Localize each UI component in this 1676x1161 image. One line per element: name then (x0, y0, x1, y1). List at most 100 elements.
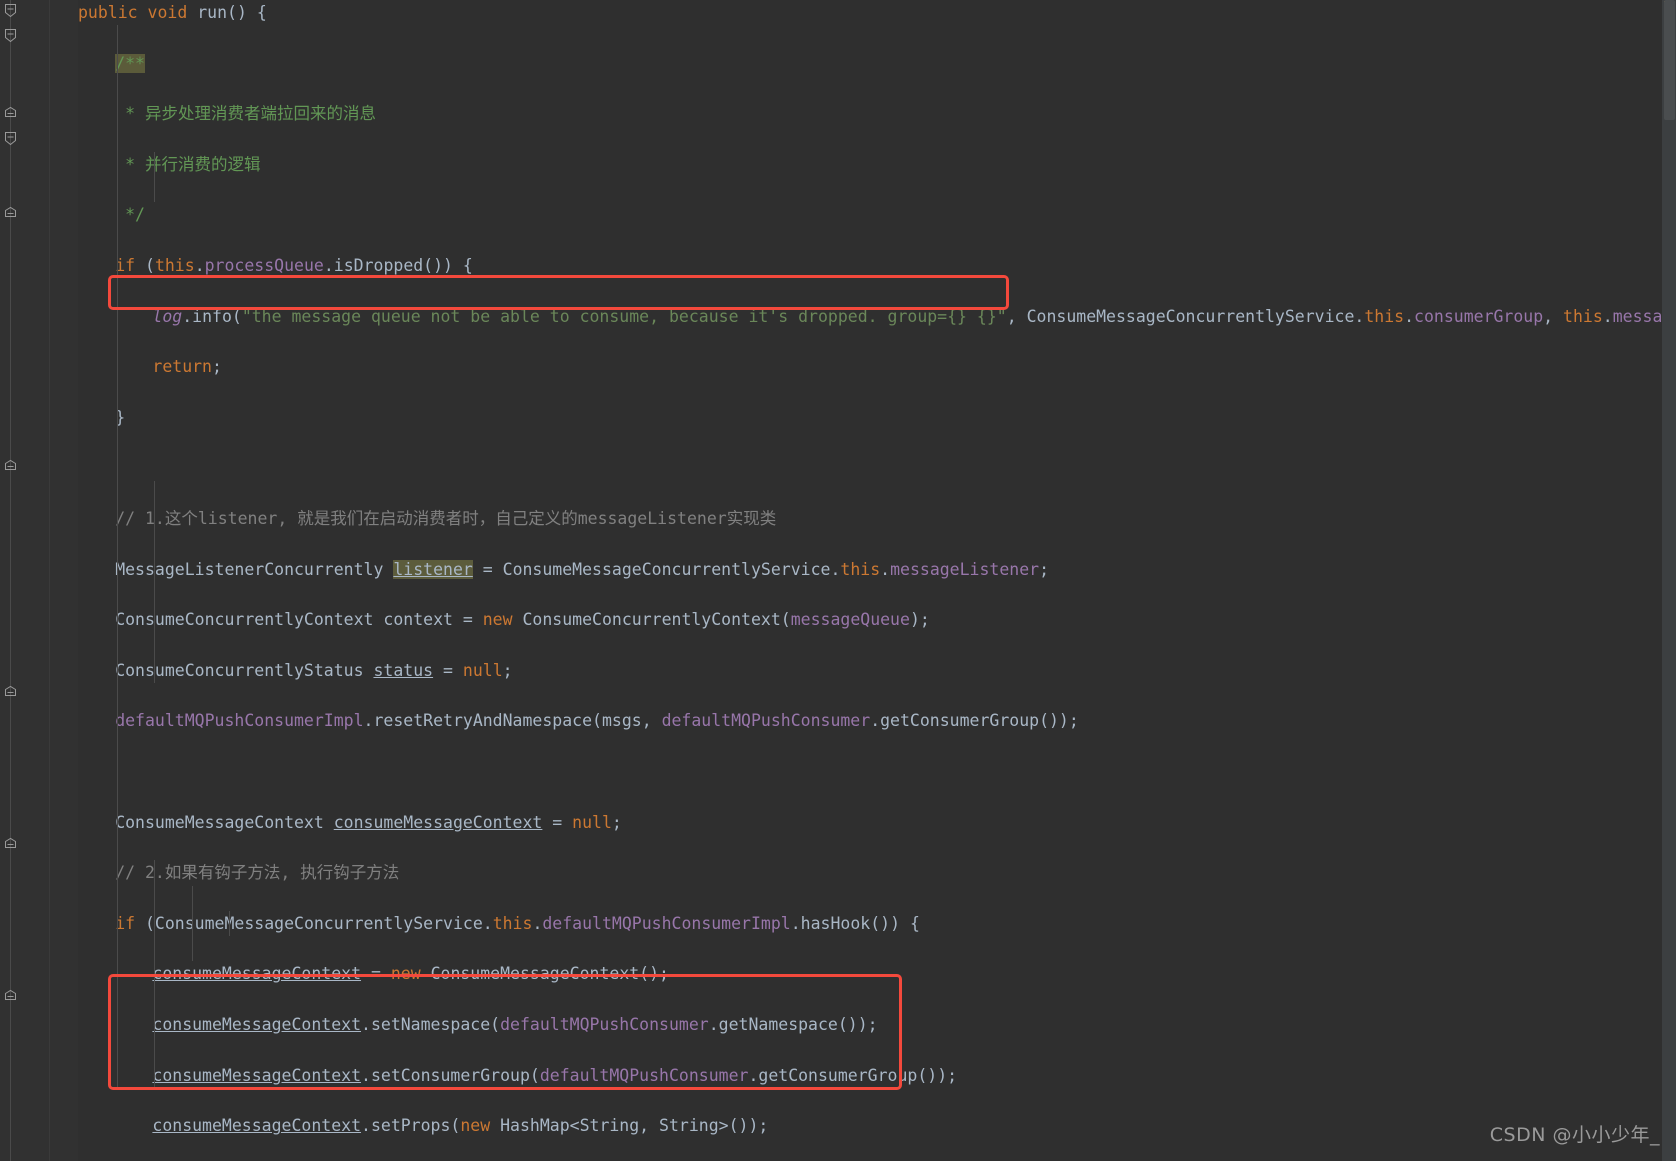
code-token: null (462, 660, 503, 680)
code-token: .hasHook()) { (790, 913, 920, 933)
code-line[interactable]: defaultMQPushConsumerImpl.resetRetryAndN… (78, 708, 1662, 733)
code-token: messageQueue (1612, 306, 1662, 326)
indent-guide (191, 885, 193, 962)
code-token: messageListener (890, 559, 1040, 579)
marker-gutter[interactable] (22, 0, 50, 1161)
fold-end-icon[interactable] (2, 105, 19, 122)
indent-guide (228, 910, 230, 937)
code-line[interactable] (78, 759, 1662, 784)
code-token: consumeMessageContext (333, 812, 543, 832)
fold-end-icon[interactable] (2, 836, 19, 853)
code-token: .info( (182, 306, 242, 326)
code-token: . (1404, 306, 1415, 326)
code-token: this (1563, 306, 1603, 326)
code-token: .setConsumerGroup( (361, 1065, 540, 1085)
code-token: ; (212, 357, 222, 377)
code-token: processQueue (204, 255, 324, 275)
code-line[interactable]: if (ConsumeMessageConcurrentlyService.th… (78, 911, 1662, 936)
code-token: = (542, 812, 573, 832)
editor-viewport[interactable]: public void run() {/** * 异步处理消费者端拉回来的消息 … (78, 0, 1662, 1161)
code-token: , ConsumeMessageConcurrentlyService. (1006, 306, 1365, 326)
code-line[interactable]: } (78, 405, 1662, 430)
code-token: null (572, 812, 612, 832)
vertical-scrollbar-thumb[interactable] (1664, 0, 1675, 120)
fold-rail (10, 0, 11, 1161)
annotation-gutter[interactable] (50, 0, 78, 1161)
code-line[interactable]: ConsumeConcurrentlyStatus status = null; (78, 658, 1662, 683)
code-token: listener (393, 559, 473, 579)
fold-collapse-icon[interactable] (2, 27, 19, 44)
code-line[interactable]: consumeMessageContext.setConsumerGroup(d… (78, 1063, 1662, 1088)
code-token: = (361, 964, 391, 984)
code-line[interactable]: consumeMessageContext = new ConsumeMessa… (78, 961, 1662, 986)
code-token: () { (227, 3, 267, 22)
code-token: .resetRetryAndNamespace(msgs, (363, 711, 662, 731)
code-token: messageQueue (790, 610, 910, 630)
code-token: ConsumeMessageContext (115, 812, 334, 832)
code-line[interactable]: log.info("the message queue not be able … (78, 304, 1662, 329)
code-line[interactable]: ConsumeConcurrentlyContext context = new… (78, 607, 1662, 632)
code-token: . (1602, 306, 1613, 326)
code-token: = ConsumeMessageConcurrentlyService. (472, 559, 841, 579)
code-token: ConsumeConcurrentlyContext context = (115, 610, 483, 630)
code-token: .isDropped()) { (323, 255, 473, 275)
fold-end-icon[interactable] (2, 458, 19, 475)
code-token: consumeMessageContext (152, 964, 362, 984)
code-token: return (152, 357, 212, 377)
code-token: defaultMQPushConsumerImpl (115, 711, 364, 731)
code-token: this (154, 255, 195, 275)
code-line[interactable]: // 2.如果有钩子方法, 执行钩子方法 (78, 860, 1662, 885)
code-token: ConsumeMessageContext(); (420, 964, 669, 984)
code-token: .setNamespace( (361, 1014, 501, 1034)
code-line[interactable]: if (this.processQueue.isDropped()) { (78, 253, 1662, 278)
csdn-watermark: CSDN @小小少年_ (1489, 1124, 1660, 1146)
code-token: run (197, 3, 228, 22)
code-token: defaultMQPushConsumer (539, 1065, 749, 1085)
code-token: ; (1039, 559, 1050, 579)
fold-collapse-icon[interactable] (2, 2, 19, 19)
code-token: defaultMQPushConsumerImpl (542, 913, 791, 933)
code-line[interactable]: */ (78, 202, 1662, 227)
code-line[interactable]: consumeMessageContext.setProps(new HashM… (78, 1113, 1662, 1138)
code-line[interactable] (78, 455, 1662, 480)
code-token: this (492, 913, 533, 933)
code-token: ); (909, 610, 930, 630)
code-token: */ (115, 205, 145, 225)
code-token: .setProps( (361, 1116, 461, 1136)
code-token: .getConsumerGroup()); (748, 1065, 958, 1085)
code-token: /** (115, 53, 145, 73)
fold-end-icon[interactable] (2, 205, 19, 222)
fold-collapse-icon[interactable] (2, 130, 19, 147)
code-token: this (840, 559, 881, 579)
code-line[interactable]: // 1.这个listener, 就是我们在启动消费者时，自己定义的messag… (78, 506, 1662, 531)
code-token: . (880, 559, 891, 579)
code-line[interactable]: /** (78, 51, 1662, 76)
fold-end-icon[interactable] (2, 988, 19, 1005)
code-token: public (78, 3, 138, 22)
code-token: .getConsumerGroup()); (870, 711, 1079, 731)
code-line[interactable]: public void run() { (78, 0, 1662, 25)
code-token: ( (135, 255, 155, 275)
code-line[interactable]: return; (78, 354, 1662, 379)
code-token: = (433, 660, 463, 680)
code-token: void (147, 3, 188, 22)
code-line[interactable]: ConsumeMessageContext consumeMessageCont… (78, 810, 1662, 835)
fold-gutter[interactable] (0, 0, 23, 1161)
code-token: consumerGroup (1414, 306, 1544, 326)
code-line[interactable]: * 异步处理消费者端拉回来的消息 (78, 101, 1662, 126)
code-token: new (460, 1116, 491, 1136)
indent-guide (117, 25, 119, 1088)
scrollbar-marker-track[interactable] (1662, 0, 1676, 1161)
code-token: ; (611, 812, 622, 832)
fold-end-icon[interactable] (2, 684, 19, 701)
code-line[interactable]: * 并行消费的逻辑 (78, 152, 1662, 177)
code-token: this (1364, 306, 1405, 326)
code-token: HashMap<String, String>()); (490, 1116, 769, 1136)
code-line[interactable]: consumeMessageContext.setNamespace(defau… (78, 1012, 1662, 1037)
code-line[interactable]: MessageListenerConcurrently listener = C… (78, 557, 1662, 582)
code-editor-window: public void run() {/** * 异步处理消费者端拉回来的消息 … (0, 0, 1676, 1161)
code-token: // 1.这个listener, 就是我们在启动消费者时，自己定义的messag… (115, 508, 777, 528)
code-text-area[interactable]: public void run() {/** * 异步处理消费者端拉回来的消息 … (78, 0, 1662, 1135)
